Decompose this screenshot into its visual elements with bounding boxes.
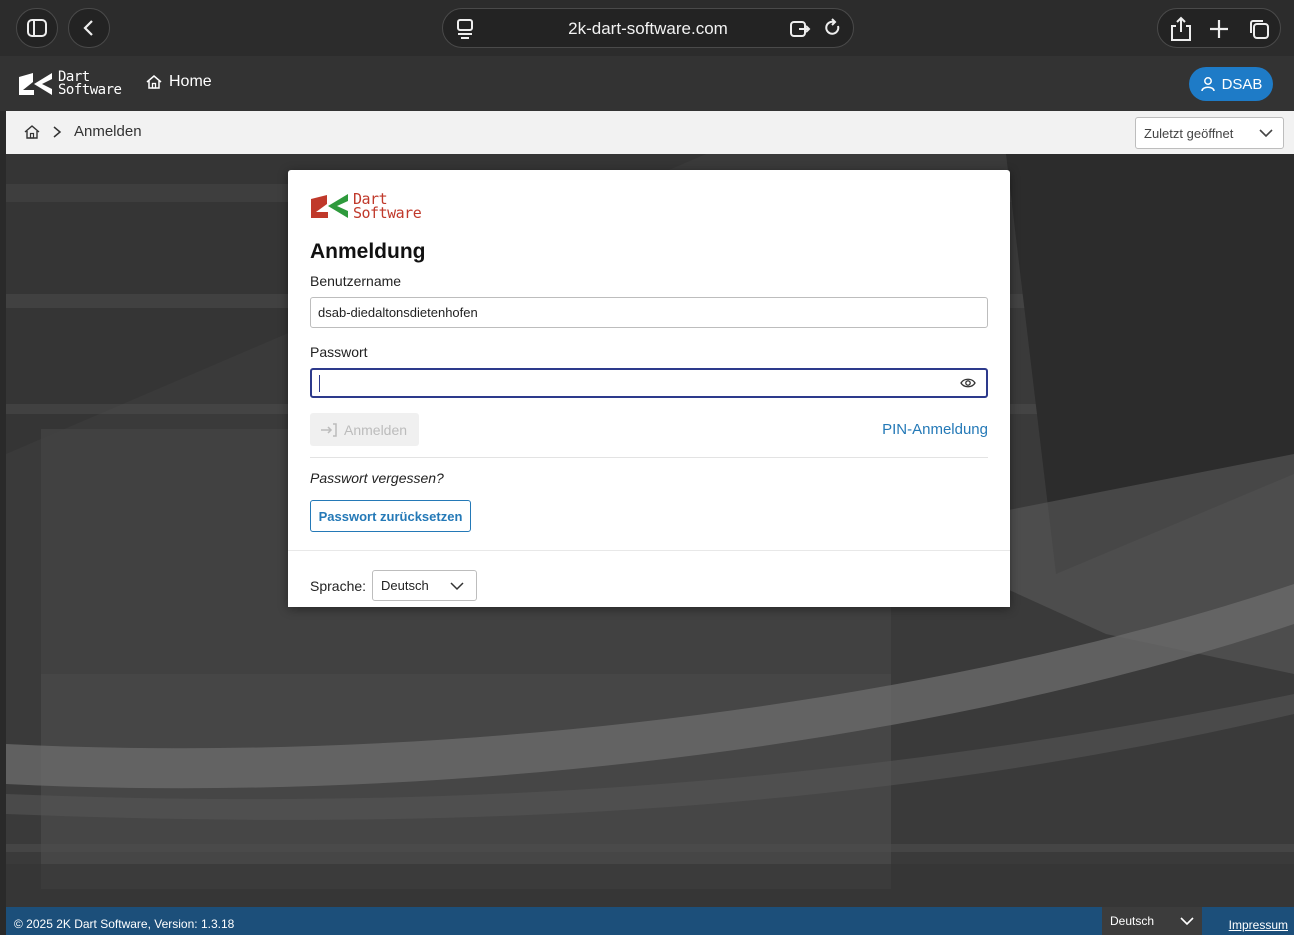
show-password-eye-icon[interactable] [960, 377, 976, 389]
divider [310, 457, 988, 458]
login-arrow-icon [320, 422, 338, 437]
login-button[interactable]: Anmelden [310, 413, 419, 446]
reload-icon[interactable] [823, 18, 843, 38]
share-icon[interactable] [1170, 16, 1192, 42]
sidebar-toggle-button[interactable] [16, 8, 58, 48]
login-logo: Dart Software [310, 192, 422, 222]
language-value: Deutsch [381, 578, 429, 593]
tabs-overview-icon[interactable] [1248, 18, 1270, 40]
chevron-down-icon [1180, 916, 1194, 926]
sidebar-icon [26, 18, 48, 38]
tab-actions [1157, 8, 1281, 48]
chevron-down-icon [1259, 128, 1273, 138]
username-value: dsab-diedaltonsdietenhofen [318, 305, 478, 320]
2k-logo-icon [19, 73, 52, 95]
chevron-down-icon [450, 581, 464, 591]
language-label: Sprache: [310, 578, 367, 594]
page-title: Anmeldung [310, 240, 426, 263]
password-label: Passwort [310, 344, 368, 360]
address-bar[interactable]: 2k-dart-software.com [442, 8, 854, 48]
app-logo[interactable]: Dart Software [18, 70, 122, 98]
browser-toolbar: 2k-dart-software.com [0, 0, 1294, 56]
impressum-link[interactable]: Impressum [1229, 918, 1288, 932]
app-header: Dart Software Home DSAB [0, 56, 1294, 111]
recently-opened-value: Zuletzt geöffnet [1144, 125, 1234, 141]
reader-icon[interactable] [789, 19, 811, 39]
home-label: Home [169, 73, 212, 90]
user-button[interactable]: DSAB [1189, 67, 1273, 101]
new-tab-icon[interactable] [1208, 18, 1230, 40]
forgot-password-text: Passwort vergessen? [310, 470, 444, 486]
copyright-text: © 2025 2K Dart Software, Version: 1.3.18 [14, 917, 235, 931]
chevron-left-icon [82, 18, 96, 38]
password-field[interactable] [310, 368, 988, 398]
page-footer: © 2025 2K Dart Software, Version: 1.3.18… [6, 907, 1294, 935]
pin-login-link[interactable]: PIN-Anmeldung [882, 421, 988, 438]
footer-language-value: Deutsch [1110, 914, 1155, 928]
back-button[interactable] [68, 8, 110, 48]
text-cursor [319, 375, 320, 392]
username-field[interactable]: dsab-diedaltonsdietenhofen [310, 297, 988, 328]
username-label: Benutzername [310, 273, 402, 289]
reset-password-button[interactable]: Passwort zurücksetzen [310, 500, 471, 532]
language-select[interactable]: Deutsch [372, 570, 477, 601]
footer-language-select[interactable]: Deutsch [1102, 907, 1202, 935]
user-icon [1200, 76, 1216, 92]
user-button-label: DSAB [1221, 75, 1263, 93]
home-icon [146, 74, 162, 90]
breadcrumb: Anmelden Zuletzt geöffnet [6, 111, 1294, 154]
chevron-right-icon [52, 125, 62, 139]
login-button-label: Anmelden [344, 421, 408, 438]
recently-opened-select[interactable]: Zuletzt geöffnet [1135, 117, 1284, 149]
home-link[interactable]: Home [146, 73, 212, 91]
logo-text-software: Software [58, 82, 122, 98]
login-card: Dart Software Anmeldung Benutzername dsa… [288, 170, 1010, 607]
breadcrumb-current: Anmelden [74, 123, 142, 140]
2k-brand-logo-icon [311, 194, 348, 218]
card-footer: Sprache: Deutsch [288, 550, 1010, 607]
breadcrumb-home-icon[interactable] [24, 124, 40, 140]
login-logo-software: Software [353, 204, 422, 222]
